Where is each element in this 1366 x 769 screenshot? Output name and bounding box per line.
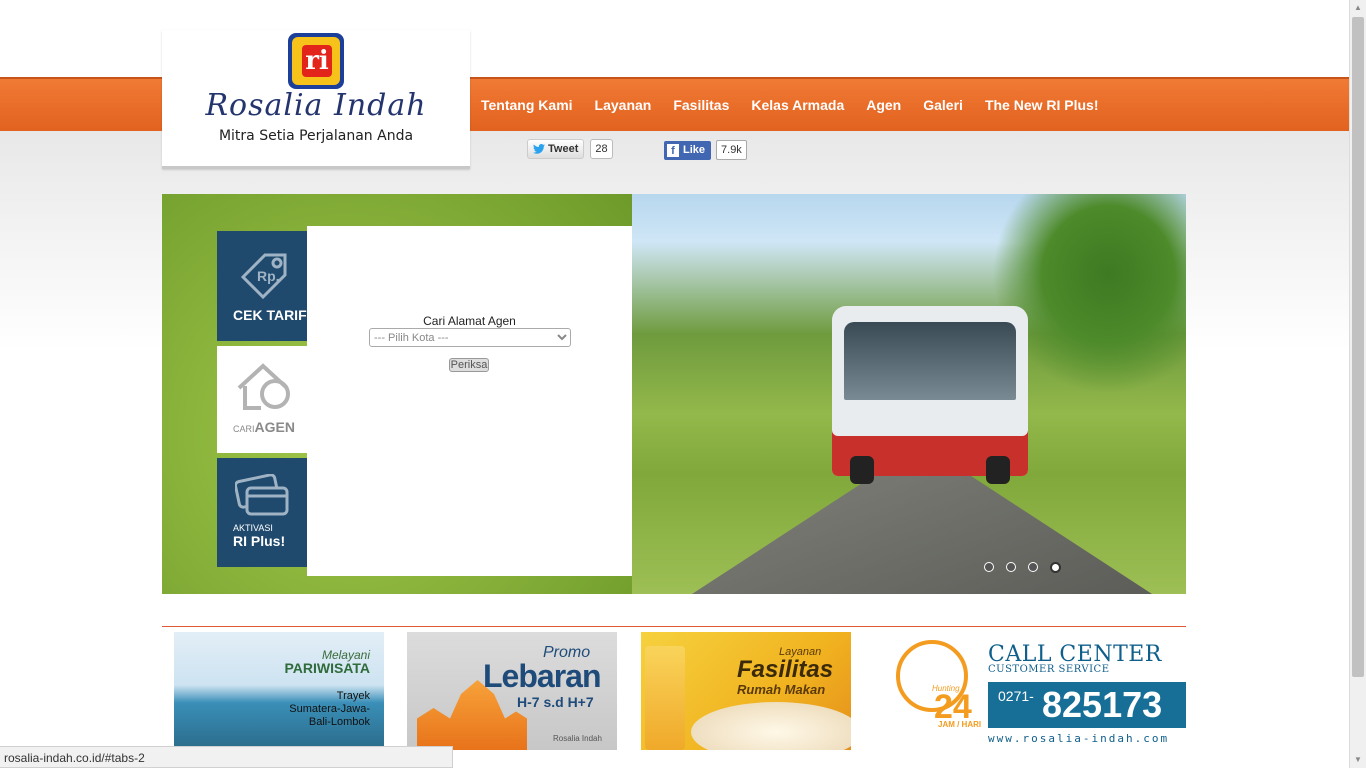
banner-pariwisata-route: Trayek Sumatera-Jawa- Bali-Lombok	[289, 690, 370, 729]
status-bar-url: rosalia-indah.co.id/#tabs-2	[0, 746, 453, 768]
hours-label: JAM / HARI	[938, 720, 982, 729]
banner-makan-line2: Fasilitas	[737, 656, 834, 683]
hero-slider: Rp. CEK TARIF CARIAGEN AKTIVASI RI Plus! …	[162, 194, 1186, 594]
logo-link[interactable]: ri Rosalia Indah Mitra Setia Perjalanan …	[162, 30, 470, 169]
tweet-widget: Tweet 28	[527, 139, 613, 159]
slider-dot-2[interactable]	[1006, 562, 1016, 572]
house-search-icon	[237, 363, 290, 410]
banner-pariwisata-line2: PARIWISATA	[284, 660, 370, 676]
section-divider	[162, 626, 1186, 627]
vertical-scrollbar[interactable]: ▲ ▼	[1349, 0, 1366, 768]
like-label: Like	[683, 144, 706, 156]
brand-tagline: Mitra Setia Perjalanan Anda	[218, 128, 414, 144]
price-tag-icon: Rp.	[240, 253, 287, 300]
twitter-bird-icon	[533, 144, 545, 154]
phone-prefix: 0271-	[998, 688, 1034, 704]
periksa-button[interactable]: Periksa	[449, 358, 489, 372]
nav-item-galeri[interactable]: Galeri	[923, 97, 963, 113]
tab-label-riplus: RI Plus!	[233, 533, 286, 549]
facebook-like-button[interactable]: f Like	[664, 140, 712, 160]
logo-letters: ri	[302, 45, 332, 77]
cards-icon	[235, 474, 289, 516]
road-image	[692, 474, 1152, 594]
banner-promo-line4: Rosalia Indah	[553, 734, 602, 743]
facebook-like-widget: f Like 7.9k	[664, 140, 747, 160]
tab-label-ri-plus: AKTIVASI RI Plus!	[233, 523, 285, 549]
tab-aktivasi-ri-plus[interactable]: AKTIVASI RI Plus!	[217, 458, 307, 567]
slider-dots	[984, 562, 1061, 573]
nav-item-agen[interactable]: Agen	[866, 97, 901, 113]
banner-pariwisata-line3: Trayek	[336, 690, 370, 702]
nav-item-kelas-armada[interactable]: Kelas Armada	[751, 97, 844, 113]
nav-item-ri-plus[interactable]: The New RI Plus!	[985, 97, 1099, 113]
banner-pariwisata-line5: Bali-Lombok	[308, 716, 370, 728]
scroll-thumb[interactable]	[1352, 17, 1364, 677]
tab-cek-tarif[interactable]: Rp. CEK TARIF	[217, 231, 307, 341]
nav-item-layanan[interactable]: Layanan	[595, 97, 652, 113]
juice-glass-image	[645, 646, 685, 750]
banner-makan-line3: Rumah Makan	[737, 682, 826, 697]
food-plate-image	[691, 702, 851, 750]
call-center-subtitle: CUSTOMER SERVICE	[988, 664, 1110, 675]
banner-rumah-makan[interactable]: Layanan Fasilitas Rumah Makan	[641, 632, 851, 750]
tweet-label: Tweet	[548, 143, 579, 155]
agent-search-title: Cari Alamat Agen	[423, 314, 516, 328]
slider-dot-3[interactable]	[1028, 562, 1038, 572]
nav-item-tentang-kami[interactable]: Tentang Kami	[481, 97, 573, 113]
nav-menu: Tentang Kami Layanan Fasilitas Kelas Arm…	[470, 79, 1110, 131]
website-url: www.rosalia-indah.com	[988, 732, 1170, 745]
scroll-down-arrow-icon[interactable]: ▼	[1350, 752, 1366, 768]
tab-label-cek-tarif: CEK TARIF	[233, 307, 307, 323]
banner-promo-lebaran[interactable]: Promo Lebaran H-7 s.d H+7 Rosalia Indah	[407, 632, 617, 750]
facebook-icon: f	[667, 143, 679, 157]
logo-icon: ri	[288, 33, 344, 89]
scroll-up-arrow-icon[interactable]: ▲	[1350, 0, 1366, 16]
city-select[interactable]: --- Pilih Kota ---	[369, 328, 571, 347]
bus-photo	[632, 194, 1186, 594]
banner-promo-line2: Lebaran	[483, 658, 601, 694]
phone-number: 825173	[1042, 684, 1163, 725]
slider-dot-4[interactable]	[1050, 562, 1061, 573]
like-count: 7.9k	[716, 140, 747, 160]
tab-label-agen: AGEN	[254, 419, 295, 435]
tab-label-cari-agen: CARIAGEN	[233, 419, 295, 435]
svg-text:Rp.: Rp.	[257, 268, 280, 284]
tweet-count: 28	[590, 139, 613, 159]
nav-item-fasilitas[interactable]: Fasilitas	[673, 97, 729, 113]
brand-name: Rosalia Indah	[205, 88, 427, 123]
agent-search-panel: Cari Alamat Agen --- Pilih Kota --- Peri…	[307, 226, 632, 576]
tab-small-cari: CARI	[233, 424, 255, 434]
phone-box: 0271- 825173	[988, 682, 1186, 728]
tab-cari-agen[interactable]: CARIAGEN	[217, 346, 307, 453]
call-center-banner[interactable]: Hunting 24 JAM / HARI CALL CENTER CUSTOM…	[894, 636, 1186, 746]
tab-small-aktivasi: AKTIVASI	[233, 523, 273, 533]
banner-pariwisata[interactable]: Melayani PARIWISATA Trayek Sumatera-Jawa…	[174, 632, 384, 750]
banner-pariwisata-line4: Sumatera-Jawa-	[289, 703, 370, 715]
slider-dot-1[interactable]	[984, 562, 994, 572]
bus-image	[832, 306, 1028, 484]
tweet-button[interactable]: Tweet	[527, 139, 585, 159]
banner-promo-line3: H-7 s.d H+7	[517, 694, 594, 710]
